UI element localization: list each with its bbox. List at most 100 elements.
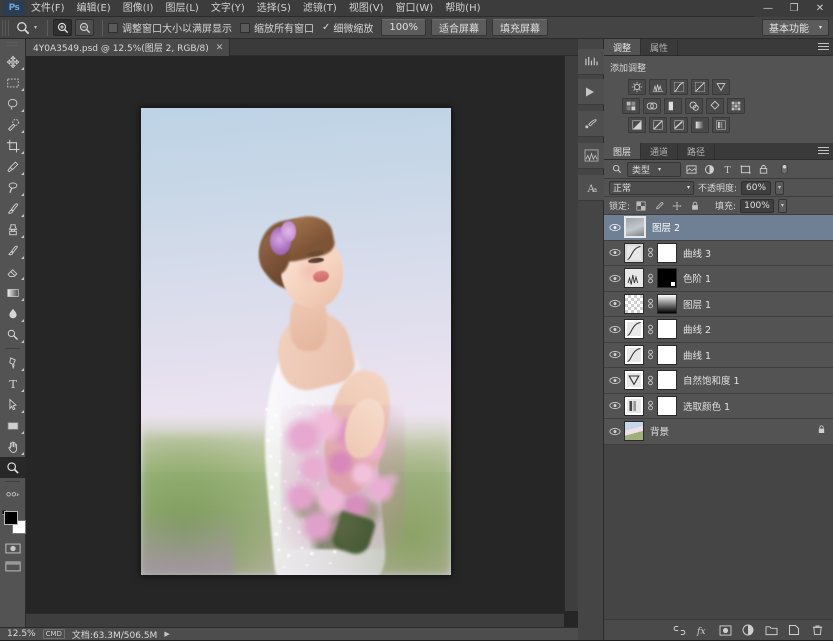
actions-panel-icon[interactable] bbox=[578, 79, 604, 105]
table-row[interactable]: 背景 bbox=[604, 419, 833, 445]
photo-filter-icon[interactable] bbox=[685, 98, 703, 114]
black-white-icon[interactable] bbox=[664, 98, 682, 114]
layer-visibility-toggle[interactable] bbox=[606, 401, 624, 410]
mask-link-icon[interactable] bbox=[646, 400, 655, 411]
healing-brush-tool[interactable] bbox=[0, 177, 26, 198]
canvas-vertical-scrollbar[interactable] bbox=[564, 56, 578, 611]
layer-thumbnails[interactable] bbox=[624, 319, 677, 339]
panel-menu-icon[interactable] bbox=[818, 147, 829, 156]
adjustment-thumbnail-curves[interactable] bbox=[624, 243, 644, 263]
curves-icon[interactable] bbox=[670, 79, 688, 95]
character-panel-icon[interactable]: Aa bbox=[578, 175, 604, 201]
layer-visibility-toggle[interactable] bbox=[606, 350, 624, 359]
levels-icon[interactable] bbox=[649, 79, 667, 95]
mask-link-icon[interactable] bbox=[646, 324, 655, 335]
document-canvas[interactable] bbox=[140, 107, 452, 576]
fill-stepper[interactable]: ▾ bbox=[778, 199, 787, 213]
new-fill-adjustment-icon[interactable] bbox=[741, 623, 755, 637]
table-row[interactable]: 色阶 1 bbox=[604, 266, 833, 292]
histogram-panel-icon[interactable] bbox=[578, 143, 604, 169]
hand-tool[interactable] bbox=[0, 436, 26, 457]
link-layers-icon[interactable] bbox=[672, 623, 686, 637]
canvas-area[interactable] bbox=[26, 56, 578, 627]
layer-visibility-toggle[interactable] bbox=[606, 325, 624, 334]
filter-pixel-icon[interactable] bbox=[684, 162, 699, 177]
table-row[interactable]: 自然饱和度 1 bbox=[604, 368, 833, 394]
color-balance-icon[interactable] bbox=[643, 98, 661, 114]
scrubby-zoom-checkmark-icon[interactable]: ✓ bbox=[322, 23, 330, 33]
filter-adjustment-icon[interactable] bbox=[702, 162, 717, 177]
layer-thumbnails[interactable] bbox=[624, 268, 677, 288]
layer-thumbnails[interactable] bbox=[624, 216, 646, 238]
fit-screen-button[interactable]: 适合屏幕 bbox=[431, 19, 487, 36]
vibrance-icon[interactable] bbox=[712, 79, 730, 95]
mask-link-icon[interactable] bbox=[646, 375, 655, 386]
layer-thumbnails[interactable] bbox=[624, 294, 677, 314]
history-brush-tool[interactable] bbox=[0, 240, 26, 261]
delete-layer-icon[interactable] bbox=[810, 623, 824, 637]
resize-windows-checkbox[interactable] bbox=[108, 23, 118, 33]
layer-thumbnails[interactable] bbox=[624, 370, 677, 390]
adjustment-thumbnail-curves[interactable] bbox=[624, 345, 644, 365]
layer-visibility-toggle[interactable] bbox=[606, 376, 624, 385]
foreground-color-swatch[interactable] bbox=[4, 511, 18, 525]
gradient-map-icon[interactable] bbox=[691, 117, 709, 133]
close-icon[interactable]: ✕ bbox=[216, 43, 224, 53]
shape-tool[interactable] bbox=[0, 415, 26, 436]
brush-tool[interactable] bbox=[0, 198, 26, 219]
layer-mask-thumbnail[interactable] bbox=[657, 294, 677, 314]
screen-mode-button[interactable] bbox=[0, 557, 26, 575]
menu-window[interactable]: 窗口(W) bbox=[389, 0, 439, 17]
tab-channels[interactable]: 通道 bbox=[641, 143, 678, 159]
dodge-tool[interactable] bbox=[0, 324, 26, 345]
new-layer-icon[interactable] bbox=[787, 623, 801, 637]
path-selection-tool[interactable] bbox=[0, 394, 26, 415]
layer-style-fx-icon[interactable]: fx bbox=[695, 623, 709, 637]
marquee-tool[interactable] bbox=[0, 72, 26, 93]
fill-screen-button[interactable]: 填充屏幕 bbox=[492, 19, 548, 36]
adjustment-thumbnail-selective-color[interactable] bbox=[624, 396, 644, 416]
zoom-level-value[interactable]: 12.5% bbox=[7, 629, 36, 639]
document-tab[interactable]: 4Y0A3549.psd @ 12.5%(图层 2, RGB/8) ✕ bbox=[26, 39, 230, 56]
gradient-tool[interactable] bbox=[0, 282, 26, 303]
tab-paths[interactable]: 路径 bbox=[678, 143, 715, 159]
layer-thumbnails[interactable] bbox=[624, 396, 677, 416]
fill-input[interactable]: 100% bbox=[740, 199, 774, 213]
table-row[interactable]: 曲线 1 bbox=[604, 343, 833, 369]
eyedropper-tool[interactable] bbox=[0, 156, 26, 177]
brush-panel-icon[interactable] bbox=[578, 111, 604, 137]
status-expand-arrow-icon[interactable]: ▶ bbox=[164, 630, 169, 638]
layer-thumbnail[interactable] bbox=[624, 216, 646, 238]
zoom-in-button[interactable] bbox=[53, 19, 72, 36]
eraser-tool[interactable] bbox=[0, 261, 26, 282]
layer-thumbnails[interactable] bbox=[624, 243, 677, 263]
zoom-out-button[interactable] bbox=[75, 19, 94, 36]
quick-selection-tool[interactable] bbox=[0, 114, 26, 135]
layer-visibility-toggle[interactable] bbox=[606, 299, 624, 308]
zoom-tool[interactable] bbox=[0, 457, 26, 478]
search-icon[interactable] bbox=[609, 162, 624, 177]
layer-mask-thumbnail[interactable] bbox=[657, 345, 677, 365]
tab-properties[interactable]: 属性 bbox=[641, 39, 678, 55]
pen-tool[interactable] bbox=[0, 352, 26, 373]
adjustment-thumbnail-vibrance[interactable] bbox=[624, 370, 644, 390]
filter-shape-icon[interactable] bbox=[738, 162, 753, 177]
layer-mask-thumbnail[interactable] bbox=[657, 268, 677, 288]
hue-saturation-icon[interactable] bbox=[622, 98, 640, 114]
type-tool[interactable]: T bbox=[0, 373, 26, 394]
options-bar-grip[interactable] bbox=[2, 20, 9, 36]
actual-pixels-button[interactable]: 100% bbox=[381, 19, 426, 36]
table-row[interactable]: 曲线 2 bbox=[604, 317, 833, 343]
posterize-icon[interactable] bbox=[649, 117, 667, 133]
menu-type[interactable]: 文字(Y) bbox=[205, 0, 251, 17]
canvas-horizontal-scrollbar[interactable] bbox=[26, 613, 564, 627]
layer-thumbnails[interactable] bbox=[624, 345, 677, 365]
channel-mixer-icon[interactable] bbox=[706, 98, 724, 114]
minimize-button[interactable]: — bbox=[755, 0, 781, 17]
layer-mask-thumbnail[interactable] bbox=[657, 319, 677, 339]
clone-stamp-tool[interactable] bbox=[0, 219, 26, 240]
adjustment-thumbnail-curves[interactable] bbox=[624, 319, 644, 339]
menu-edit[interactable]: 编辑(E) bbox=[71, 0, 117, 17]
table-row[interactable]: 曲线 3 bbox=[604, 241, 833, 267]
mask-link-icon[interactable] bbox=[646, 247, 655, 258]
